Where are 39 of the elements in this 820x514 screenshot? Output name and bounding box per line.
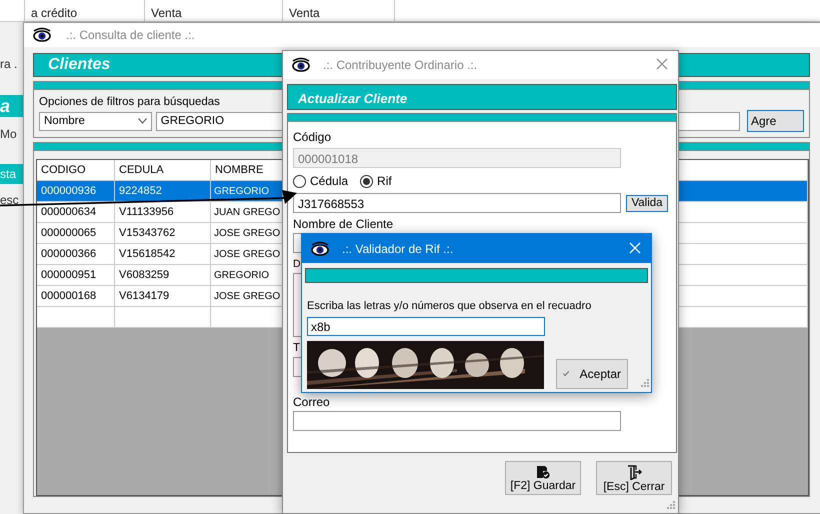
table-cell: JUAN GREGO [214, 207, 280, 218]
table-cell: V15618542 [119, 248, 176, 260]
window-title: .:. Validador de Rif .:. [342, 242, 454, 256]
table-cell: V11133956 [119, 206, 174, 218]
table-cell: GREGORIO [214, 186, 270, 197]
section-title: Clientes [48, 56, 110, 73]
field-label: T [293, 341, 302, 355]
table-cell: 000000366 [41, 248, 96, 260]
table-cell: V15343762 [119, 227, 176, 239]
label-fragment: sta [0, 164, 23, 184]
filter-label: Opciones de filtros para búsquedas [39, 96, 220, 108]
column-header: Venta [289, 6, 320, 20]
table-cell: 000000951 [41, 269, 96, 281]
section-title: Actualizar Cliente [298, 91, 408, 106]
window-title: .:. Consulta de cliente .:. [66, 28, 195, 42]
label-fragment: ra . [0, 56, 18, 73]
table-cell: JOSE GREGO [214, 228, 280, 239]
column-header: a crédito [31, 6, 78, 20]
column-header: Venta [151, 6, 182, 20]
instruction-text: Escriba las letras y/o números que observa en el recuadro [307, 300, 592, 314]
table-cell: V6134179 [119, 290, 170, 302]
table-cell: JOSE GREGO [214, 291, 280, 302]
label-fragment: Mo [0, 126, 18, 143]
table-cell: 000000168 [41, 290, 96, 302]
window-title: .:. Contribuyente Ordinario .:. [323, 58, 478, 72]
field-label: Correo [293, 395, 331, 409]
table-cell: 000000634 [41, 206, 96, 218]
table-cell: 000000936 [41, 185, 96, 197]
label-fragment: a [0, 95, 23, 117]
table-cell: JOSE GREGO [214, 249, 280, 260]
table-cell: 000000065 [41, 227, 96, 239]
table-cell: GREGORIO [214, 270, 270, 281]
table-cell: V6083259 [119, 269, 170, 281]
field-label: Código [293, 130, 332, 144]
table-cell: 9224852 [119, 185, 162, 197]
field-label: Nombre de Cliente [293, 217, 394, 231]
label-fragment: esc [0, 192, 20, 209]
field-label: D [293, 257, 302, 271]
code-field: 000001018 [293, 148, 621, 168]
